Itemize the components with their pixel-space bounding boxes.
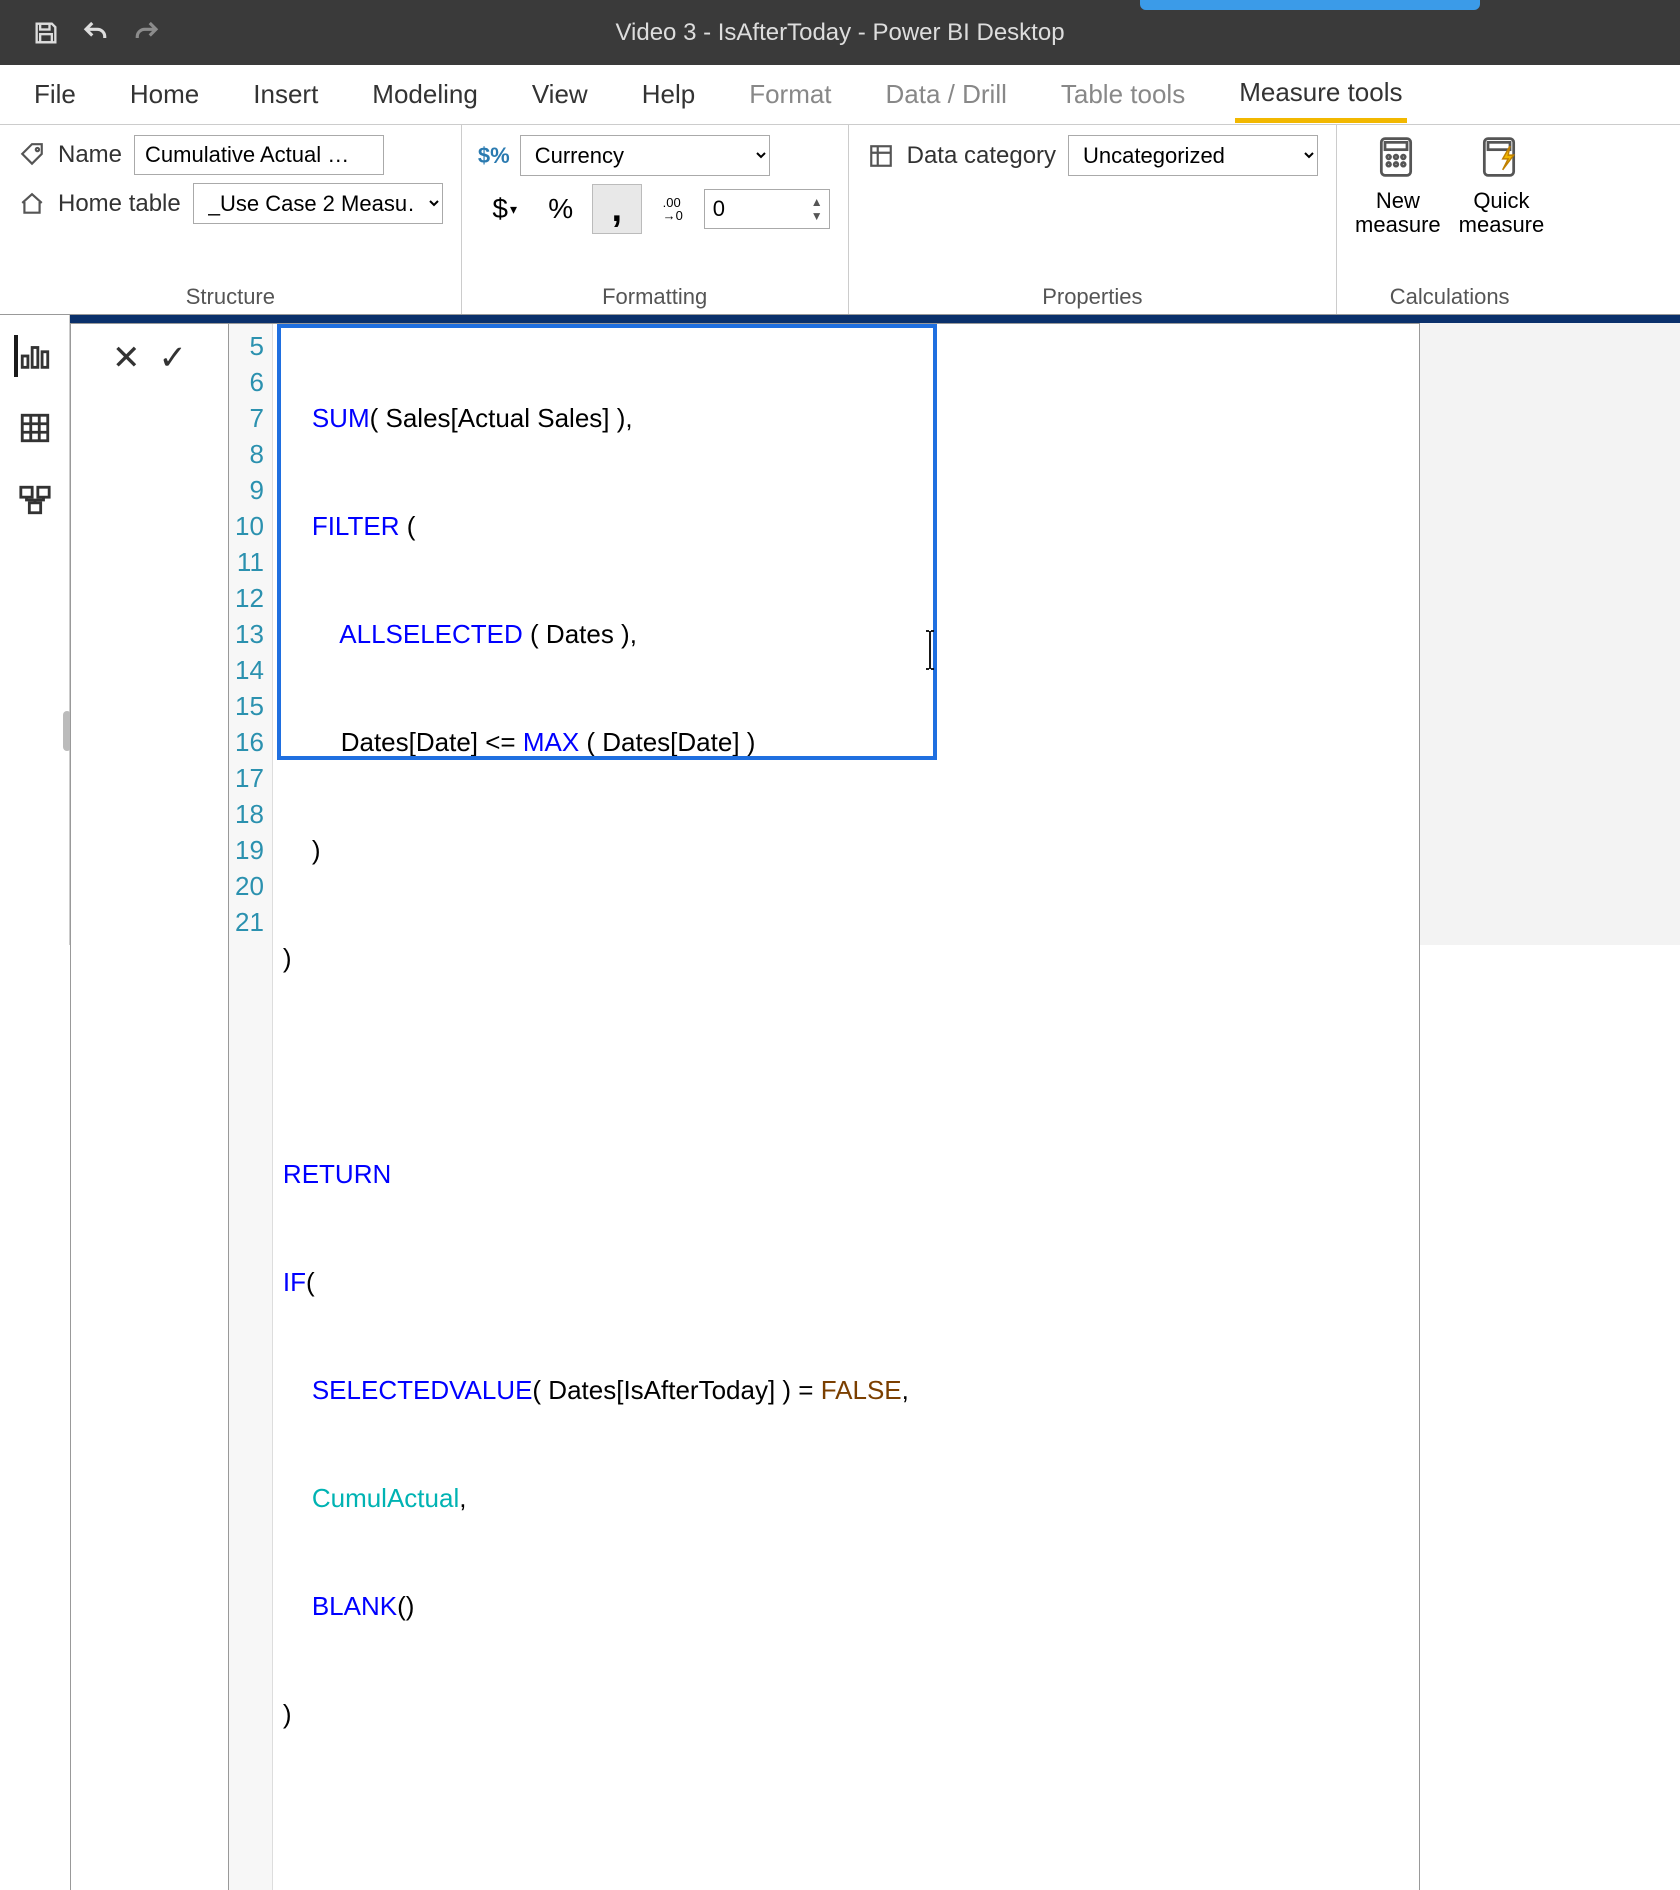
ribbon: Name Home table _Use Case 2 Measu… Struc… — [0, 125, 1680, 315]
tab-measure-tools[interactable]: Measure tools — [1235, 67, 1406, 123]
measure-name-input[interactable] — [134, 135, 384, 175]
quick-measure-button[interactable]: Quick measure — [1459, 135, 1545, 237]
decimal-shift-button[interactable]: .00 →0 — [648, 184, 698, 234]
quick-measure-label: Quick measure — [1459, 189, 1545, 237]
text-cursor-icon — [833, 594, 835, 634]
calculator-lightning-icon — [1477, 135, 1525, 183]
visual-selection-border — [70, 315, 1680, 323]
group-label-properties: Properties — [867, 280, 1318, 310]
data-category-label: Data category — [907, 142, 1056, 170]
home-table-icon — [18, 190, 46, 218]
spinner-up-icon[interactable]: ▲ — [805, 195, 829, 209]
ribbon-tabs: File Home Insert Modeling View Help Form… — [0, 65, 1680, 125]
tab-modeling[interactable]: Modeling — [368, 69, 482, 120]
calculator-icon — [1374, 135, 1422, 183]
home-table-label: Home table — [58, 190, 181, 218]
ribbon-group-structure: Name Home table _Use Case 2 Measu… Struc… — [0, 125, 462, 314]
view-switcher — [0, 315, 70, 945]
tab-insert[interactable]: Insert — [249, 69, 322, 120]
undo-icon[interactable] — [80, 17, 112, 49]
spinner-down-icon[interactable]: ▼ — [805, 209, 829, 223]
canvas-area: ✕ ✓ 56789101112131415161718192021 SUM( S… — [0, 315, 1680, 945]
format-icon: $% — [480, 142, 508, 170]
title-bar: Video 3 - IsAfterToday - Power BI Deskto… — [0, 0, 1680, 65]
group-label-calculations: Calculations — [1355, 280, 1544, 310]
banner-stub — [1140, 0, 1480, 10]
ribbon-group-formatting: $% Currency $▾ % , .00 →0 ▲ ▼ Forma — [462, 125, 849, 314]
group-label-formatting: Formatting — [480, 280, 830, 310]
formula-commit-button[interactable]: ✓ — [159, 338, 188, 378]
tab-help[interactable]: Help — [638, 69, 699, 120]
name-label: Name — [58, 141, 122, 169]
app-title: Video 3 - IsAfterToday - Power BI Deskto… — [615, 19, 1064, 47]
dax-editor[interactable]: 56789101112131415161718192021 SUM( Sales… — [229, 324, 1419, 1890]
data-view-button[interactable] — [14, 407, 56, 449]
tab-format[interactable]: Format — [745, 69, 835, 120]
tag-icon — [18, 141, 46, 169]
code-area[interactable]: SUM( Sales[Actual Sales] ), FILTER ( ALL… — [273, 324, 919, 1890]
tab-home[interactable]: Home — [126, 69, 203, 120]
formula-bar: ✕ ✓ 56789101112131415161718192021 SUM( S… — [70, 323, 1420, 1890]
line-gutter: 56789101112131415161718192021 — [229, 324, 273, 1890]
new-measure-button[interactable]: New measure — [1355, 135, 1441, 237]
currency-button[interactable]: $▾ — [480, 184, 530, 234]
percent-button[interactable]: % — [536, 184, 586, 234]
formula-cancel-button[interactable]: ✕ — [112, 338, 141, 378]
tab-view[interactable]: View — [528, 69, 592, 120]
model-view-button[interactable] — [14, 479, 56, 521]
format-select[interactable]: Currency — [520, 135, 770, 176]
decimal-places-input[interactable] — [705, 190, 805, 228]
decimal-places-spinner[interactable]: ▲ ▼ — [704, 189, 830, 229]
report-canvas[interactable]: ✕ ✓ 56789101112131415161718192021 SUM( S… — [70, 315, 1680, 945]
home-table-select[interactable]: _Use Case 2 Measu… — [193, 183, 443, 224]
tab-data-drill[interactable]: Data / Drill — [882, 69, 1011, 120]
tab-file[interactable]: File — [30, 69, 80, 120]
save-icon[interactable] — [30, 17, 62, 49]
thousands-button[interactable]: , — [592, 184, 642, 234]
report-view-button[interactable] — [14, 335, 56, 377]
new-measure-label: New measure — [1355, 189, 1441, 237]
group-label-structure: Structure — [18, 280, 443, 310]
ribbon-group-properties: Data category Uncategorized Properties — [849, 125, 1337, 314]
tab-table-tools[interactable]: Table tools — [1057, 69, 1189, 120]
data-category-select[interactable]: Uncategorized — [1068, 135, 1318, 176]
redo-icon[interactable] — [130, 17, 162, 49]
ribbon-group-calculations: New measure Quick measure Calculations — [1337, 125, 1562, 314]
data-category-icon — [867, 142, 895, 170]
